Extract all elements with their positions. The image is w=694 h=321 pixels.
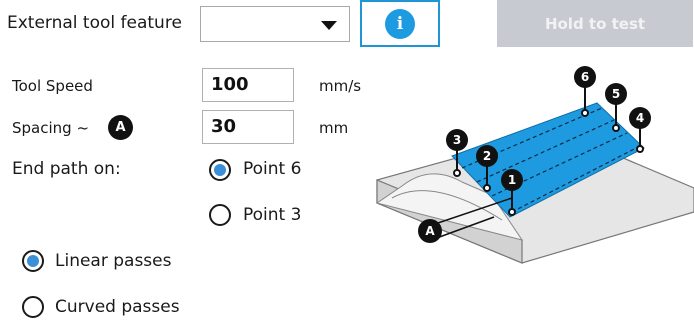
- curved-passes-radio[interactable]: [22, 296, 44, 318]
- info-button[interactable]: i: [360, 0, 440, 47]
- tool-speed-label: Tool Speed: [12, 77, 93, 95]
- tool-path-diagram: 1 2 3 4 5 6 A: [375, 66, 694, 264]
- spacing-input[interactable]: 30: [202, 110, 294, 144]
- point-1-badge: 1: [501, 169, 523, 191]
- svg-text:5: 5: [612, 87, 620, 101]
- point-6-badge: 6: [574, 66, 596, 88]
- tool-speed-input[interactable]: 100: [202, 68, 294, 102]
- hold-to-test-button[interactable]: Hold to test: [497, 0, 693, 47]
- external-tool-feature-label: External tool feature: [7, 13, 182, 33]
- point-2-badge: 2: [476, 145, 498, 167]
- end-point-3-radio[interactable]: [209, 204, 231, 226]
- end-point-6-label[interactable]: Point 6: [243, 159, 301, 179]
- svg-text:1: 1: [508, 173, 516, 187]
- linear-passes-label[interactable]: Linear passes: [55, 251, 171, 271]
- linear-passes-radio[interactable]: [22, 250, 44, 272]
- info-icon: i: [385, 9, 415, 39]
- point-5-badge: 5: [605, 83, 627, 105]
- spacing-unit: mm: [319, 119, 349, 137]
- point-3-badge: 3: [446, 129, 468, 151]
- spacing-a-badge: A: [108, 115, 133, 140]
- end-path-label: End path on:: [12, 159, 121, 179]
- svg-text:6: 6: [581, 70, 589, 84]
- curved-passes-label[interactable]: Curved passes: [55, 297, 180, 317]
- external-tool-feature-dropdown[interactable]: [200, 6, 350, 42]
- svg-text:3: 3: [453, 133, 461, 147]
- svg-text:4: 4: [636, 111, 644, 125]
- point-4-badge: 4: [629, 107, 651, 129]
- tool-speed-unit: mm/s: [319, 77, 362, 95]
- svg-text:A: A: [425, 224, 435, 238]
- end-point-3-label[interactable]: Point 3: [243, 205, 301, 225]
- dimension-a-badge: A: [418, 219, 442, 243]
- chevron-down-icon: [321, 21, 337, 30]
- spacing-label: Spacing ~: [12, 119, 90, 137]
- end-point-6-radio[interactable]: [209, 159, 231, 181]
- svg-text:2: 2: [483, 149, 491, 163]
